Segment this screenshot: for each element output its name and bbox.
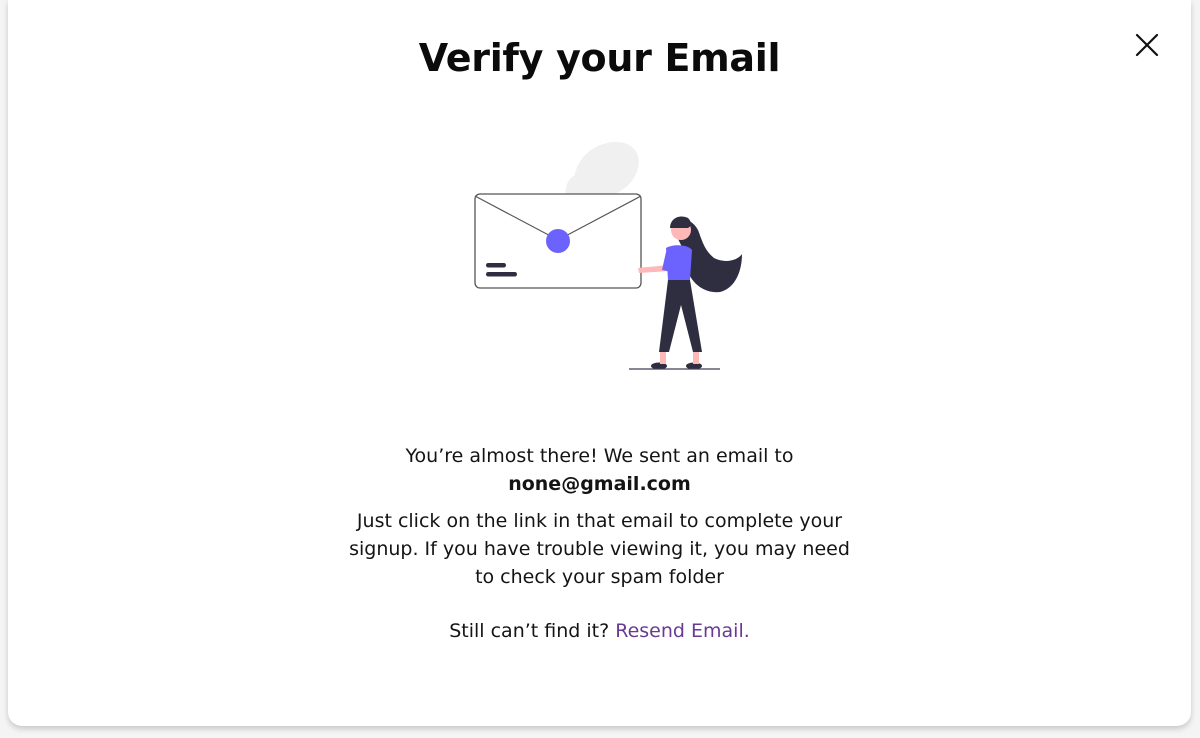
intro-text: You’re almost there! We sent an email to (405, 445, 794, 467)
resend-email-link[interactable]: Resend Email. (615, 620, 750, 642)
resend-row: Still can’t find it? Resend Email. (308, 620, 891, 642)
envelope-seal (546, 229, 570, 253)
email-sent-illustration (474, 141, 742, 370)
instructions-line-1: Just click on the link in that email to … (356, 510, 843, 532)
modal-title: Verify your Email (418, 36, 781, 80)
close-button[interactable] (1132, 30, 1162, 60)
message-block: You’re almost there! We sent an email to… (308, 442, 891, 498)
envelope (474, 193, 642, 289)
resend-prompt: Still can’t find it? (449, 620, 610, 642)
instructions-block: Just click on the link in that email to … (308, 507, 891, 591)
instructions-line-2: signup. If you have trouble viewing it, … (349, 538, 850, 560)
close-icon (1135, 33, 1159, 57)
leaf-decoration (565, 141, 639, 199)
email-address: none@gmail.com (508, 473, 691, 495)
woman-figure (629, 216, 742, 370)
verify-email-modal: Verify your Email You’re almost there! W… (8, 0, 1191, 726)
instructions-line-3: to check your spam folder (475, 566, 724, 588)
